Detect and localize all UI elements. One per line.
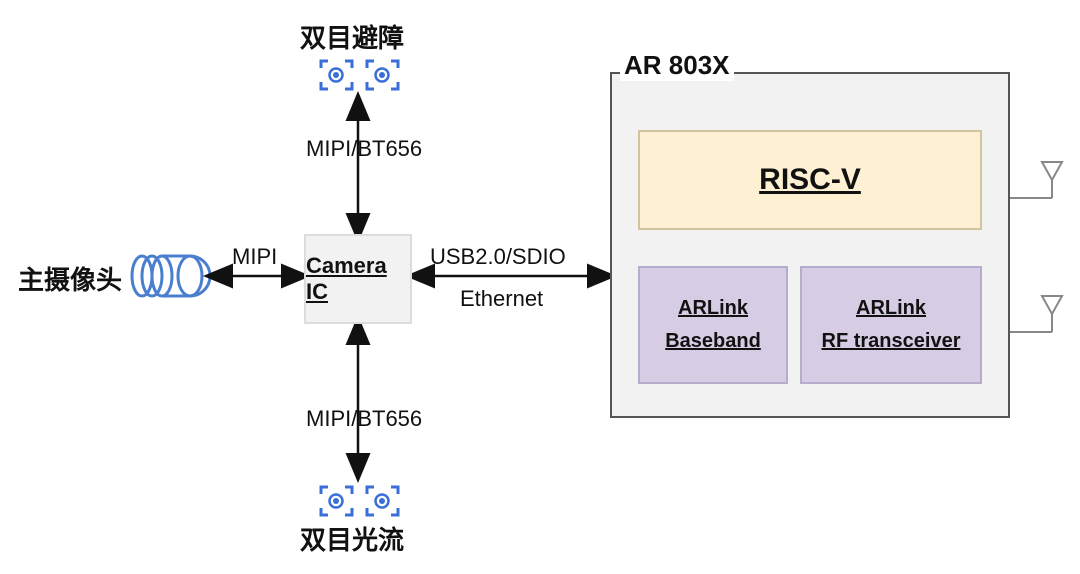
main-camera-icon (132, 256, 210, 296)
camera-ic-label: Camera IC (306, 253, 410, 305)
arlink-rf-block: ARLink RF transceiver (800, 266, 982, 384)
stereo-avoid-icon (321, 61, 398, 89)
stereo-avoid-label: 双目避障 (300, 18, 404, 55)
edge-label-usb-l1: USB2.0/SDIO (430, 244, 566, 270)
edge-label-mipi-bt656-bot: MIPI/BT656 (306, 406, 422, 432)
arlink-bb-l2: Baseband (665, 330, 761, 353)
arlink-bb-l1: ARLink (678, 297, 748, 320)
stereo-flow-icon (321, 487, 398, 515)
riscv-block: RISC-V (638, 130, 982, 230)
antenna-top-icon (1010, 162, 1062, 198)
stereo-flow-label: 双目光流 (300, 520, 404, 557)
edge-label-mipi: MIPI (232, 244, 277, 270)
arlink-rf-l2: RF transceiver (822, 330, 961, 353)
main-camera-label: 主摄像头 (18, 260, 122, 297)
arlink-rf-l1: ARLink (856, 297, 926, 320)
edge-label-usb-l2: Ethernet (460, 286, 543, 312)
riscv-label: RISC-V (759, 163, 861, 197)
camera-ic-block: Camera IC (304, 234, 412, 324)
ar803x-title: AR 803X (620, 50, 734, 81)
diagram-canvas: 主摄像头 双目避障 双目光流 Camera IC MIPI MIPI/BT656… (0, 0, 1080, 574)
antenna-bottom-icon (1010, 296, 1062, 332)
edge-label-mipi-bt656-top: MIPI/BT656 (306, 136, 422, 162)
arlink-baseband-block: ARLink Baseband (638, 266, 788, 384)
